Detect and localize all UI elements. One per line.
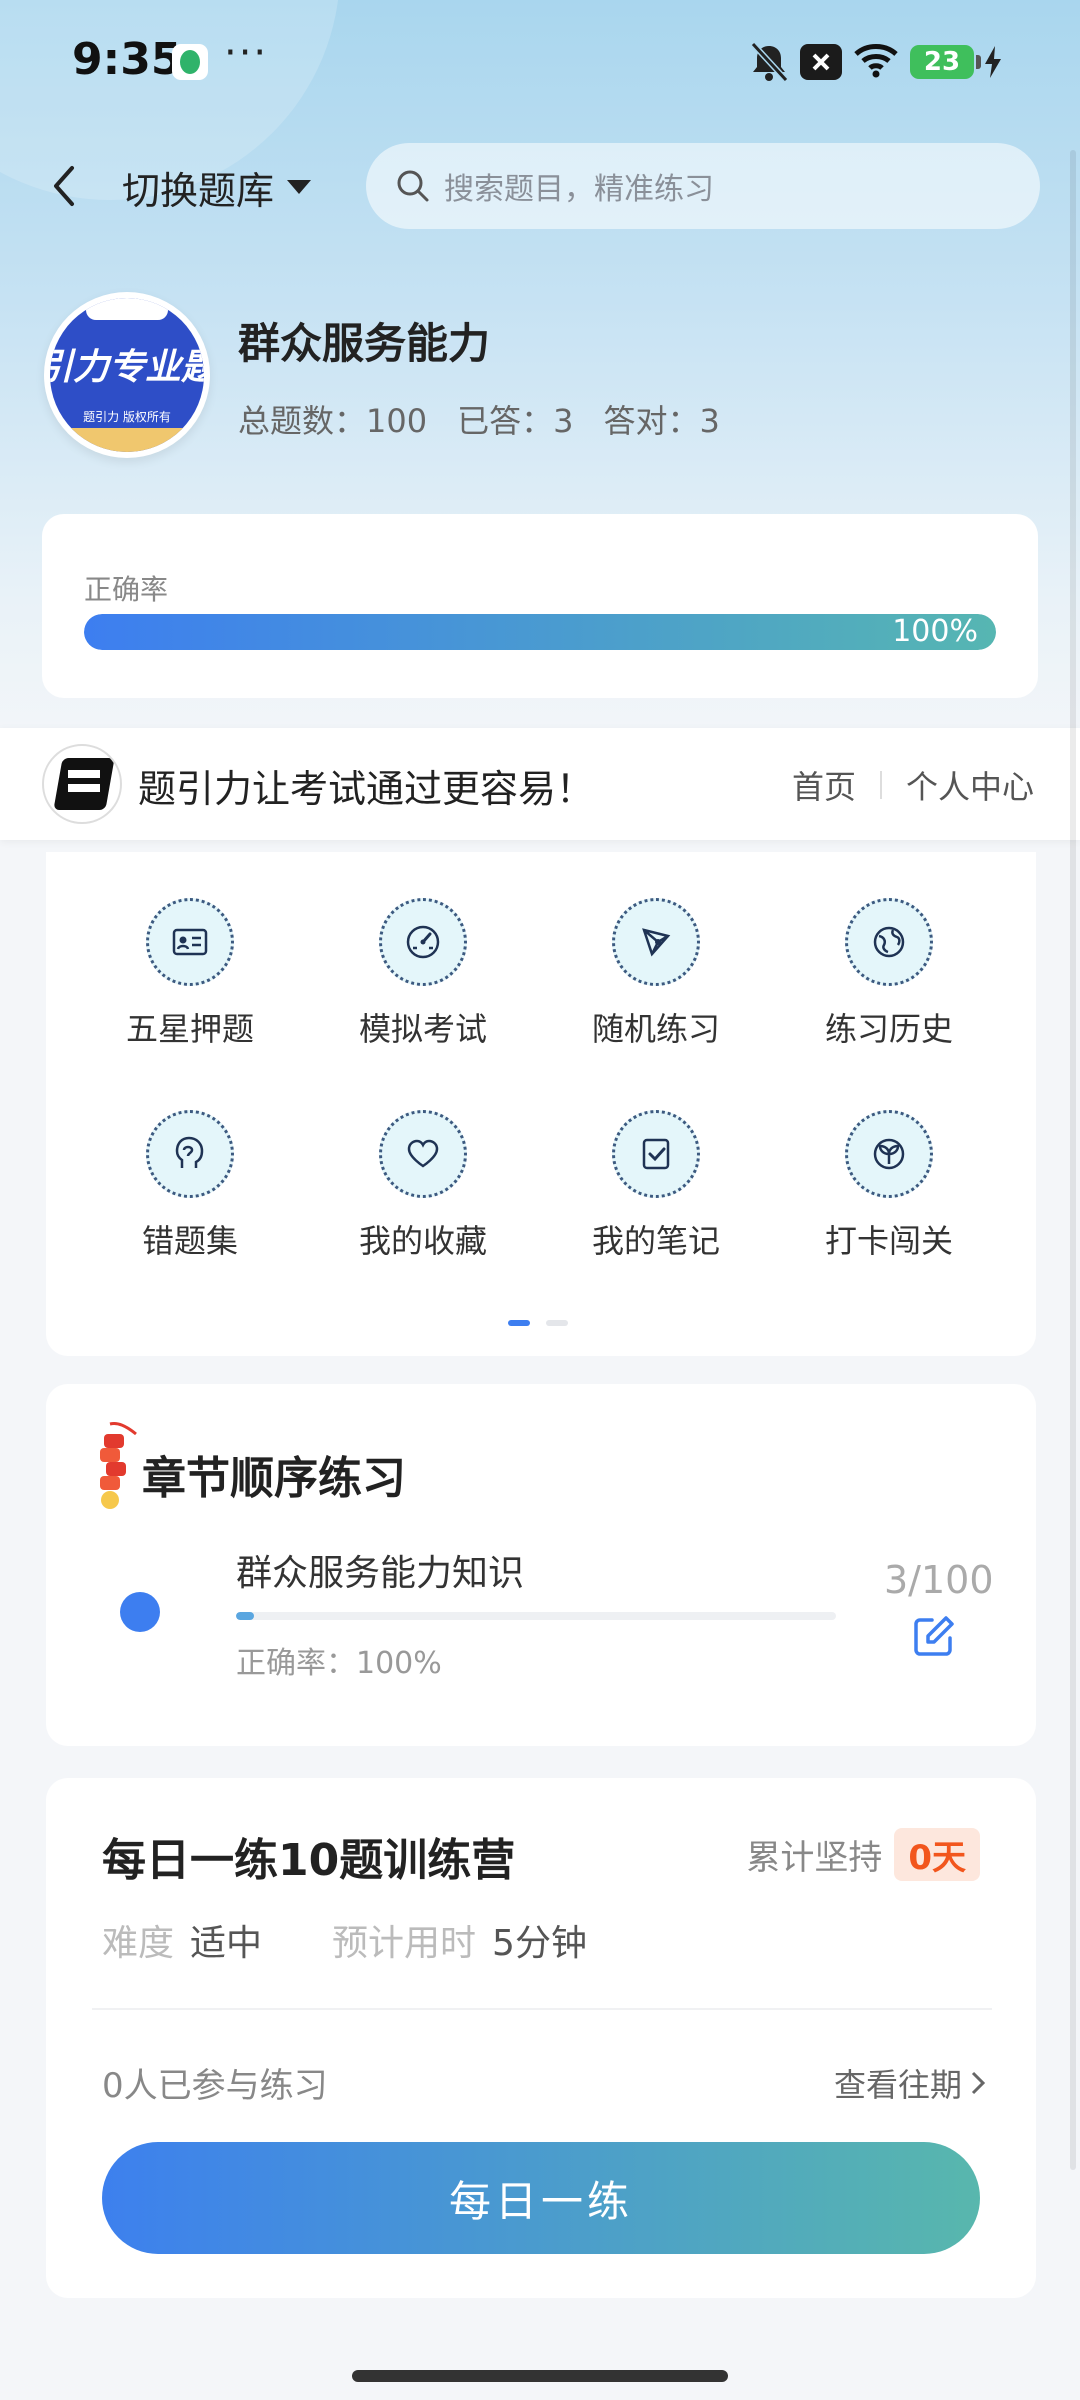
switch-bank-button[interactable]: 切换题库 — [122, 152, 312, 222]
logo-subtitle: 题引力 版权所有 — [83, 410, 171, 424]
persist-label: 累计坚持 — [746, 1838, 883, 1878]
divider — [92, 2008, 992, 2010]
stat-answered: 已答：3 — [457, 402, 574, 440]
back-button[interactable] — [36, 150, 92, 222]
banner-links: 首页 个人中心 — [792, 762, 1034, 808]
feature-label: 错题集 — [141, 1222, 238, 1260]
app-x-icon — [800, 44, 842, 80]
screen: 9:35 ··· 23 切换题库 搜索题目，精准练习 力专业 题引力 版权所有 … — [0, 0, 1080, 2400]
chapter-name[interactable]: 群众服务能力知识 — [236, 1544, 524, 1596]
persist-info: 累计坚持 0天 — [746, 1828, 980, 1881]
feature-label: 我的笔记 — [591, 1222, 720, 1260]
more-notifications-icon: ··· — [224, 30, 269, 76]
feature-item[interactable]: 随机练习 — [546, 898, 766, 1050]
pager-dot[interactable] — [546, 1320, 568, 1326]
grid-pager — [508, 1320, 568, 1326]
chapter-status-dot — [120, 1592, 160, 1632]
feature-item[interactable]: 错题集 — [80, 1110, 300, 1262]
speedometer-icon — [379, 898, 467, 986]
accuracy-value: 100% — [892, 614, 978, 649]
participants-count: 0人已参与练习 — [102, 2066, 328, 2106]
accuracy-progress-fill — [84, 614, 996, 650]
search-placeholder: 搜索题目，精准练习 — [444, 172, 714, 207]
feature-label: 随机练习 — [591, 1010, 720, 1048]
feature-item[interactable]: 五星押题 — [80, 898, 300, 1050]
switch-bank-label: 切换题库 — [122, 168, 275, 213]
difficulty-value: 适中 — [190, 1923, 263, 1964]
bell-muted-icon — [750, 41, 789, 83]
accuracy-progress-bar: 100% — [84, 614, 996, 650]
chapter-progress-bar — [236, 1612, 836, 1620]
status-time: 9:35 — [72, 34, 182, 85]
feature-label: 模拟考试 — [358, 1010, 487, 1048]
feature-item[interactable]: 打卡闯关 — [779, 1110, 999, 1262]
note-check-icon — [612, 1110, 700, 1198]
home-indicator[interactable] — [352, 2370, 728, 2382]
chevron-right-icon — [971, 2071, 986, 2095]
feature-label: 练习历史 — [824, 1010, 953, 1048]
chevron-left-icon — [54, 166, 74, 206]
app-notification-icon — [172, 44, 208, 80]
feature-item[interactable]: 练习历史 — [779, 898, 999, 1050]
pager-dot[interactable] — [508, 1320, 530, 1326]
view-history-link[interactable]: 查看往期 — [834, 2060, 986, 2106]
feature-item[interactable]: 我的笔记 — [546, 1110, 766, 1262]
history-label: 查看往期 — [833, 2066, 962, 2104]
logo-title: 引力专业题 — [50, 347, 204, 388]
bank-stats: 总题数：100 已答：3 答对：3 — [238, 396, 720, 442]
scrollbar[interactable] — [1070, 150, 1076, 2170]
accuracy-card — [42, 514, 1038, 698]
head-icon — [146, 1110, 234, 1198]
chapter-accuracy: 正确率：100% — [236, 1646, 442, 1681]
chapter-count: 3/100 — [884, 1558, 994, 1602]
daily-meta: 难度 适中 预计用时 5分钟 — [102, 1914, 587, 1966]
daily-title: 每日一练10题训练营 — [102, 1835, 516, 1886]
feature-item[interactable]: 我的收藏 — [313, 1110, 533, 1262]
bank-title: 群众服务能力 — [238, 319, 491, 368]
caret-down-icon — [287, 180, 312, 194]
time-value: 5分钟 — [492, 1923, 587, 1964]
firecracker-icon — [100, 1422, 137, 1509]
heart-icon — [379, 1110, 467, 1198]
chapter-title: 章节顺序练习 — [142, 1453, 406, 1504]
charging-icon — [985, 46, 1001, 78]
feature-item[interactable]: 模拟考试 — [313, 898, 533, 1050]
chapter-progress-fill — [236, 1612, 254, 1620]
stat-total: 总题数：100 — [238, 402, 428, 440]
feature-label: 打卡闯关 — [824, 1222, 953, 1260]
time-key: 预计用时 — [332, 1923, 477, 1964]
edit-icon[interactable] — [912, 1614, 956, 1658]
bank-logo: 引力专业题 题引力 版权所有 — [44, 292, 210, 458]
search-icon — [397, 170, 429, 202]
link-divider — [879, 771, 882, 799]
feature-label: 我的收藏 — [358, 1222, 487, 1260]
daily-practice-button[interactable]: 每日一练 — [102, 2142, 980, 2254]
accuracy-label: 正确率 — [84, 573, 169, 606]
brand-logo-icon — [42, 744, 122, 824]
persist-badge: 0天 — [894, 1828, 980, 1881]
globe-icon — [845, 898, 933, 986]
difficulty-key: 难度 — [102, 1923, 175, 1964]
promo-banner: 题引力让考试通过更容易！ 首页 个人中心 — [0, 728, 1080, 840]
stat-correct: 答对：3 — [603, 402, 720, 440]
status-bar: 9:35 ··· 23 — [0, 0, 1080, 126]
id-card-icon — [146, 898, 234, 986]
network-icon — [612, 898, 700, 986]
profile-link[interactable]: 个人中心 — [906, 762, 1034, 808]
sprout-icon — [845, 1110, 933, 1198]
feature-label: 五星押题 — [125, 1010, 254, 1048]
battery-indicator: 23 — [910, 45, 981, 79]
home-link[interactable]: 首页 — [792, 762, 856, 808]
banner-slogan: 题引力让考试通过更容易！ — [138, 767, 595, 811]
search-input[interactable]: 搜索题目，精准练习 — [366, 143, 1040, 229]
wifi-icon — [854, 44, 898, 78]
